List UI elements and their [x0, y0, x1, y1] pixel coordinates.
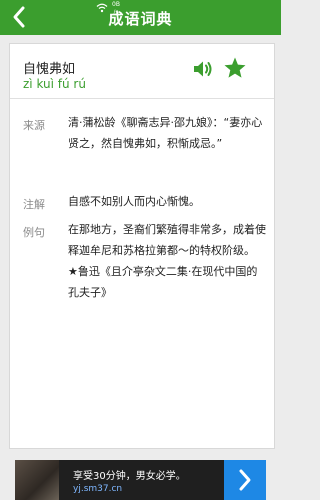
ad-open-button[interactable] [224, 460, 266, 500]
idiom-pinyin: zì kuì fú rú [23, 77, 86, 91]
speaker-icon [194, 61, 212, 77]
chevron-right-icon [239, 469, 251, 491]
ad-banner[interactable]: 享受30分钟，男女必学。 yj.sm37.cn [15, 460, 266, 500]
title-bar: 0B /s 成语词典 [0, 0, 281, 35]
idiom-card: 自愧弗如 zì kuì fú rú 来源 清·蒲松龄《聊斋志异·邵九娘》：“妻亦… [9, 43, 275, 449]
annotation-text: 自感不如别人而内心惭愧。 [68, 195, 200, 208]
ad-title: 享受30分钟，男女必学。 [73, 471, 186, 482]
source-label: 来源 [23, 119, 45, 132]
favorite-button[interactable] [223, 56, 247, 80]
example-label: 例句 [23, 226, 45, 239]
app-screen: 0B /s 成语词典 自愧弗如 zì kuì fú rú 来源 清·蒲松龄《聊斋… [0, 0, 281, 500]
ad-url: yj.sm37.cn [73, 484, 123, 494]
page-title: 成语词典 [108, 10, 173, 28]
star-icon [224, 57, 246, 78]
annotation-label: 注解 [23, 198, 45, 211]
ad-thumbnail [15, 460, 59, 500]
idiom-word: 自愧弗如 [23, 62, 76, 77]
idiom-header: 自愧弗如 zì kuì fú rú [10, 44, 274, 99]
pronounce-button[interactable] [191, 57, 215, 81]
example-text: 在那地方，圣裔们繁殖得非常多，成着使释迦牟尼和苏格拉第都～的特权阶级。 ★鲁迅《… [68, 223, 266, 299]
source-text: 清·蒲松龄《聊斋志异·邵九娘》：“妻亦心贤之，然自愧弗如，积惭成忌。” [68, 116, 263, 150]
